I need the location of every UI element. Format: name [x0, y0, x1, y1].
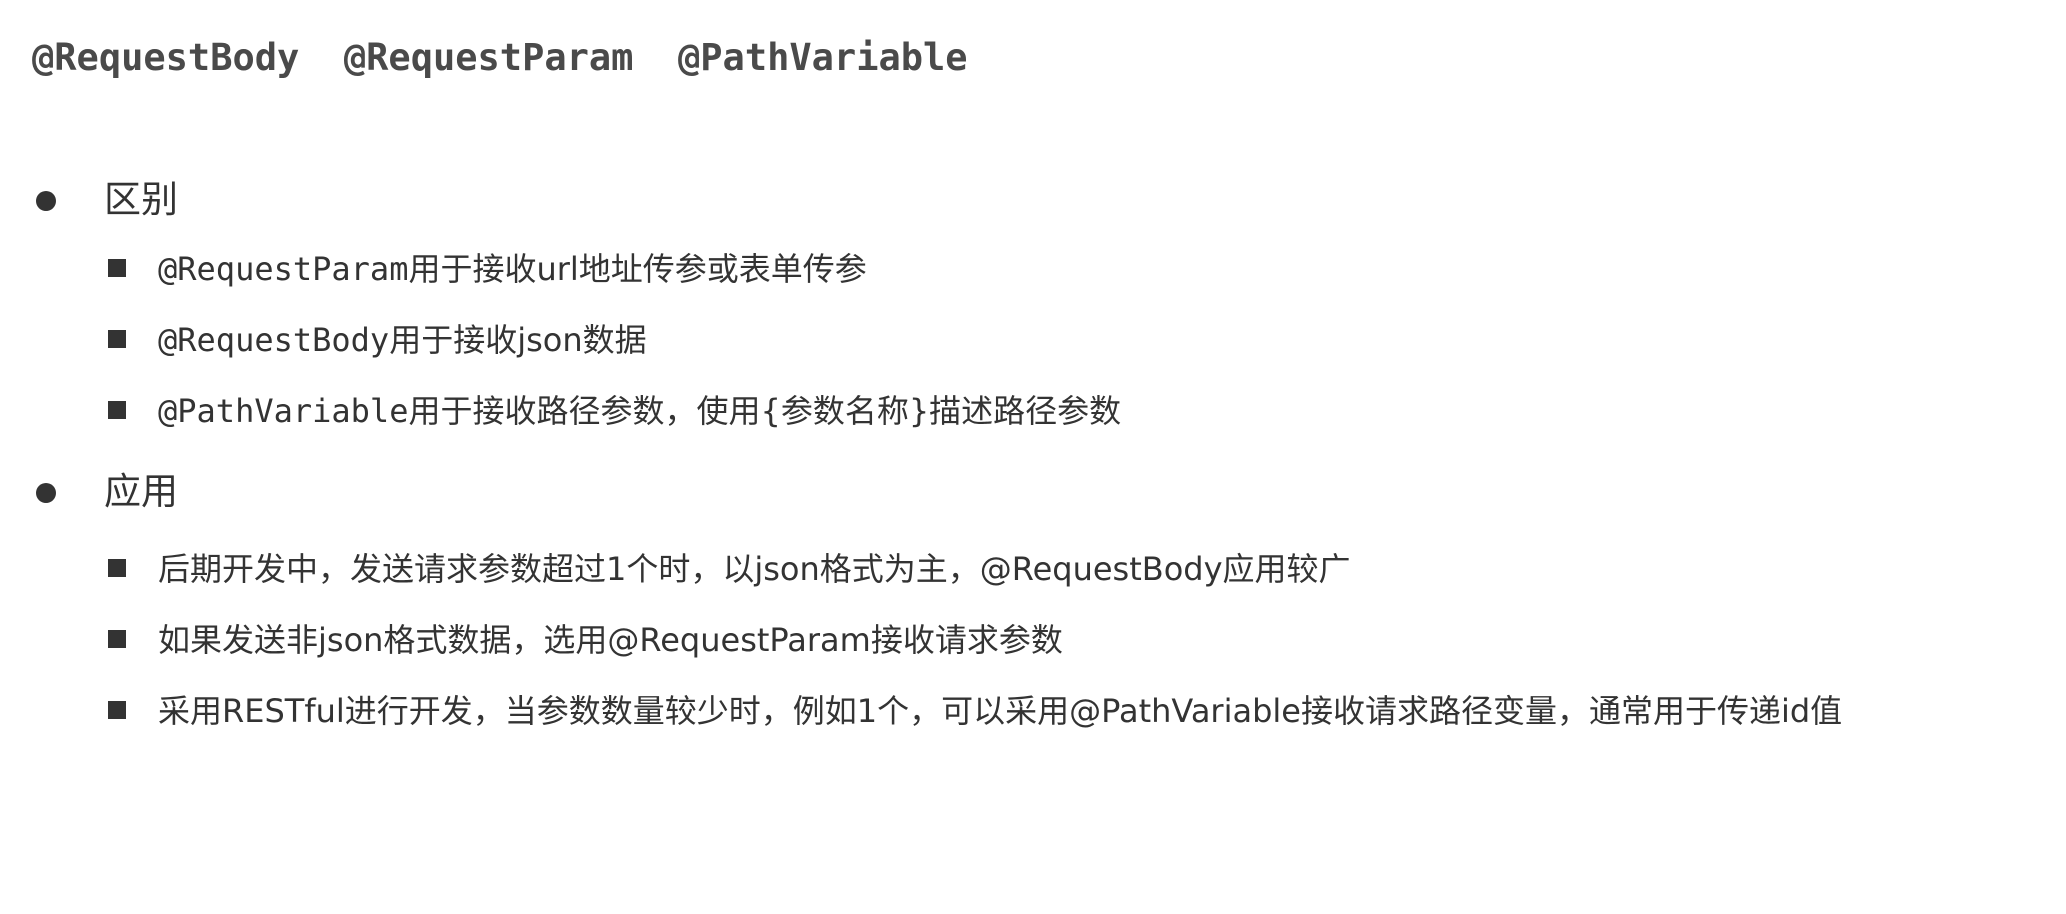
description-text: 用于接收url地址传参或表单传参: [408, 250, 867, 288]
code-text: @PathVariable: [158, 392, 409, 430]
section-heading: 区别: [0, 175, 600, 225]
slide: @RequestBody @RequestParam @PathVariable…: [0, 0, 2066, 914]
bullet-square-icon: [108, 701, 126, 719]
list-item: @RequestParam用于接收url地址传参或表单传参: [0, 245, 2000, 293]
list-item: 采用RESTful进行开发，当参数数量较少时，例如1个，可以采用@PathVar…: [0, 687, 2000, 735]
list-item: 如果发送非json格式数据，选用@RequestParam接收请求参数: [0, 616, 2000, 664]
section-heading: 应用: [0, 467, 600, 517]
list-item-text: 如果发送非json格式数据，选用@RequestParam接收请求参数: [158, 621, 1063, 659]
bullet-square-icon: [108, 401, 126, 419]
list-item-text: @RequestBody用于接收json数据: [158, 316, 647, 364]
list-item: @PathVariable用于接收路径参数，使用{参数名称}描述路径参数: [0, 387, 2000, 435]
list-item-text: @PathVariable用于接收路径参数，使用{参数名称}描述路径参数: [158, 387, 1121, 435]
bullet-square-icon: [108, 559, 126, 577]
bullet-square-icon: [108, 259, 126, 277]
description-text: 用于接收json数据: [389, 321, 647, 359]
list-item-text: 采用RESTful进行开发，当参数数量较少时，例如1个，可以采用@PathVar…: [158, 692, 1843, 730]
list-item-text: @RequestParam用于接收url地址传参或表单传参: [158, 245, 867, 293]
code-text: @RequestBody: [158, 321, 390, 359]
bullet-square-icon: [108, 630, 126, 648]
bullet-square-icon: [108, 330, 126, 348]
bullet-dot-icon: [36, 483, 56, 503]
list-item-text: 后期开发中，发送请求参数超过1个时，以json格式为主，@RequestBody…: [158, 550, 1351, 588]
section-label: 区别: [104, 178, 178, 221]
bullet-dot-icon: [36, 191, 56, 211]
description-text: 用于接收路径参数，使用{参数名称}描述路径参数: [408, 392, 1122, 430]
section-label: 应用: [104, 470, 178, 513]
page-title: @RequestBody @RequestParam @PathVariable: [32, 36, 968, 79]
code-text: @RequestParam: [158, 250, 409, 288]
list-item: @RequestBody用于接收json数据: [0, 316, 2000, 364]
list-item: 后期开发中，发送请求参数超过1个时，以json格式为主，@RequestBody…: [0, 545, 2000, 593]
